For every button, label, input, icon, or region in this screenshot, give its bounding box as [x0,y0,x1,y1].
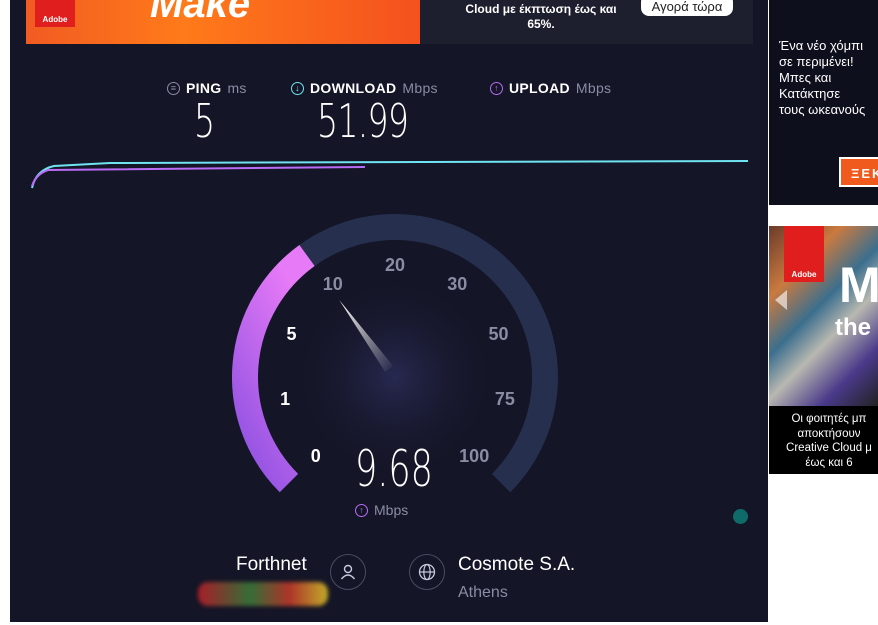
adobe-logo-icon: Adobe [784,226,824,282]
right-ad-1-line: Κατάκτησε [779,86,841,101]
globe-icon[interactable] [409,554,445,590]
right-ad-2-line: Creative Cloud μ [786,442,872,454]
right-ad-1-start-button[interactable]: ΞΕΚ [839,157,878,187]
gauge-tick-label: 50 [488,324,508,344]
gauge-tick-label: 30 [447,274,467,294]
speed-history-graph [31,160,749,189]
isp-ip-redacted [198,582,328,606]
adobe-logo-text: Adobe [42,15,68,24]
upload-unit: Mbps [575,80,612,96]
current-speed-unit-text: Mbps [374,502,409,518]
user-icon-glyph [340,564,356,580]
right-ad-1-line: τους ωκεανούς [779,102,866,117]
adobe-logo-text: Adobe [791,270,817,279]
speedtest-app: Adobe Make Cloud με έκπτωση έως και 65%.… [10,0,768,622]
top-ad-banner[interactable]: Adobe Make Cloud με έκπτωση έως και 65%.… [26,0,753,44]
right-ad-2-subhead: the [835,314,871,341]
upload-label: ↑ UPLOAD Mbps [490,80,611,96]
buy-now-button[interactable]: Αγορά τώρα [641,0,733,16]
gauge-tick-label: 1 [280,389,290,409]
right-ad-2-line: αποκτήσουν [797,428,861,440]
download-arrow-icon: ↓ [291,81,304,95]
adobe-logo-icon: Adobe [35,0,75,27]
download-trace [31,160,749,189]
status-dot [733,509,748,524]
server-name[interactable]: Cosmote S.A. [458,554,575,576]
globe-icon-glyph [418,563,436,581]
right-ad-bottom[interactable]: Adobe M the Οι φοιτητές μπ αποκτήσουν Cr… [769,226,878,474]
gauge-tick-label: 75 [495,389,515,409]
right-ad-1-line: σε περιμένει! [779,54,854,69]
gauge-tick-label: 10 [323,274,343,294]
isp-name: Forthnet [236,554,307,575]
right-ad-2-line: έως και 6 [805,457,853,469]
ping-icon: ≡ [167,81,180,95]
top-ad-text-line2: 65%. [527,17,555,31]
server-location: Athens [458,584,508,601]
ping-value: 5 [194,94,215,148]
upload-trace [31,166,366,187]
gauge-tick-label: 0 [311,446,321,466]
top-ad-headline: Make [150,0,251,26]
right-ad-1-line: Ένα νέο χόμπι [779,38,864,53]
download-value: 51.99 [317,94,409,148]
right-ad-1-line: Μπες και [779,70,832,85]
gauge-tick-label: 20 [385,255,405,275]
upload-arrow-icon: ↑ [355,503,368,517]
upload-label-text: UPLOAD [509,80,570,96]
upload-arrow-icon: ↑ [490,81,503,95]
right-ad-2-line: Οι φοιτητές μπ [791,413,867,425]
top-ad-artwork: Adobe Make [26,0,420,44]
ping-unit: ms [227,80,247,96]
gauge-tick-label: 100 [459,446,489,466]
carousel-prev-arrow-icon[interactable] [775,290,787,310]
gauge-tick-label: 5 [287,324,297,344]
top-ad-text-line1: Cloud με έκπτωση έως και [465,2,617,16]
right-ad-2-headline: M [839,257,878,313]
current-speed-value: 9.68 [355,440,433,498]
top-ad-text: Cloud με έκπτωση έως και 65%. [441,0,641,32]
current-speed-unit: ↑ Mbps [355,502,408,518]
user-icon[interactable] [330,554,366,590]
